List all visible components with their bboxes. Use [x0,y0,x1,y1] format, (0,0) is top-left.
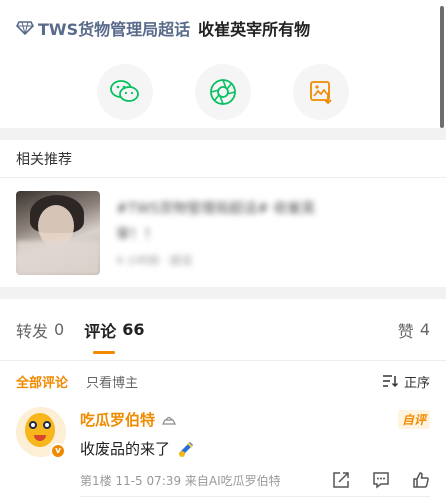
comment-divider [80,496,430,497]
comment-meta-row: 第1楼 11-5 07:39 来自AI吃瓜罗伯特 [80,471,430,489]
topic-header[interactable]: TWS货物管理局超话 收崔英宰所有物 [0,0,446,56]
tab-bar: 转发 0 评论 66 赞 4 [0,299,446,361]
sort-button[interactable]: 正序 [382,372,430,391]
comment-author[interactable]: 吃瓜罗伯特 [80,409,155,430]
related-title: 相关推荐 [0,140,446,178]
related-line-1: #TWS货物管理局超话# 收崔英 [116,200,316,217]
sort-label: 正序 [403,375,430,391]
tab-repost-label: 转发 [16,321,49,341]
tab-like[interactable]: 赞 4 [398,318,430,342]
related-line-2: 宰！！ [116,226,158,243]
moments-icon [210,79,236,105]
like-icon[interactable] [412,471,430,489]
scrollbar[interactable] [440,6,444,128]
tab-comment-count: 66 [122,320,145,339]
sort-icon [382,375,398,388]
topic-name[interactable]: TWS货物管理局超话 [38,16,190,40]
share-wechat-button[interactable] [97,64,153,120]
related-line-3: 4 小时前 · 超话 [116,253,192,267]
save-image-button[interactable] [293,64,349,120]
tab-comment[interactable]: 评论 66 [84,318,144,342]
filter-all-comments[interactable]: 全部评论 [16,372,68,391]
emoji-icon [179,441,194,457]
tab-like-label: 赞 [397,321,414,341]
verified-badge-icon: v [50,443,66,459]
tab-comment-label: 评论 [84,321,117,341]
save-image-icon [310,81,332,105]
related-card[interactable]: #TWS货物管理局超话# 收崔英 宰！！ 4 小时前 · 超话 [0,178,446,287]
related-info: #TWS货物管理局超话# 收崔英 宰！！ 4 小时前 · 超话 [116,198,315,268]
tab-like-count: 4 [419,320,430,339]
share-row [0,56,446,128]
share-icon[interactable] [332,471,350,489]
related-thumbnail [16,190,100,275]
comment-meta: 第1楼 11-5 07:39 来自AI吃瓜罗伯特 [80,473,281,488]
comment-item: v 吃瓜罗伯特 自评 收废品的来了 第1楼 11-5 07:39 来自AI吃瓜罗… [0,401,446,497]
share-moments-button[interactable] [195,64,251,120]
section-divider [0,128,446,140]
tab-repost[interactable]: 转发 0 [16,318,64,342]
active-tab-indicator [93,351,115,354]
comment-text-row: 收废品的来了 [80,438,430,459]
diamond-icon [16,21,34,35]
comment-body: 吃瓜罗伯特 自评 收废品的来了 第1楼 11-5 07:39 来自AI吃瓜罗伯特 [80,409,430,489]
topic-title: 收崔英宰所有物 [198,20,311,39]
tab-repost-count: 0 [54,320,65,339]
comment-filter-row: 全部评论 只看博主 正序 [0,361,446,401]
section-divider [0,287,446,299]
reply-icon[interactable] [372,471,390,489]
fan-badge-icon [162,416,176,425]
wechat-icon [110,80,139,102]
self-comment-tag: 自评 [397,410,430,429]
filter-owner-only[interactable]: 只看博主 [86,372,138,391]
comment-text: 收废品的来了 [80,440,171,458]
